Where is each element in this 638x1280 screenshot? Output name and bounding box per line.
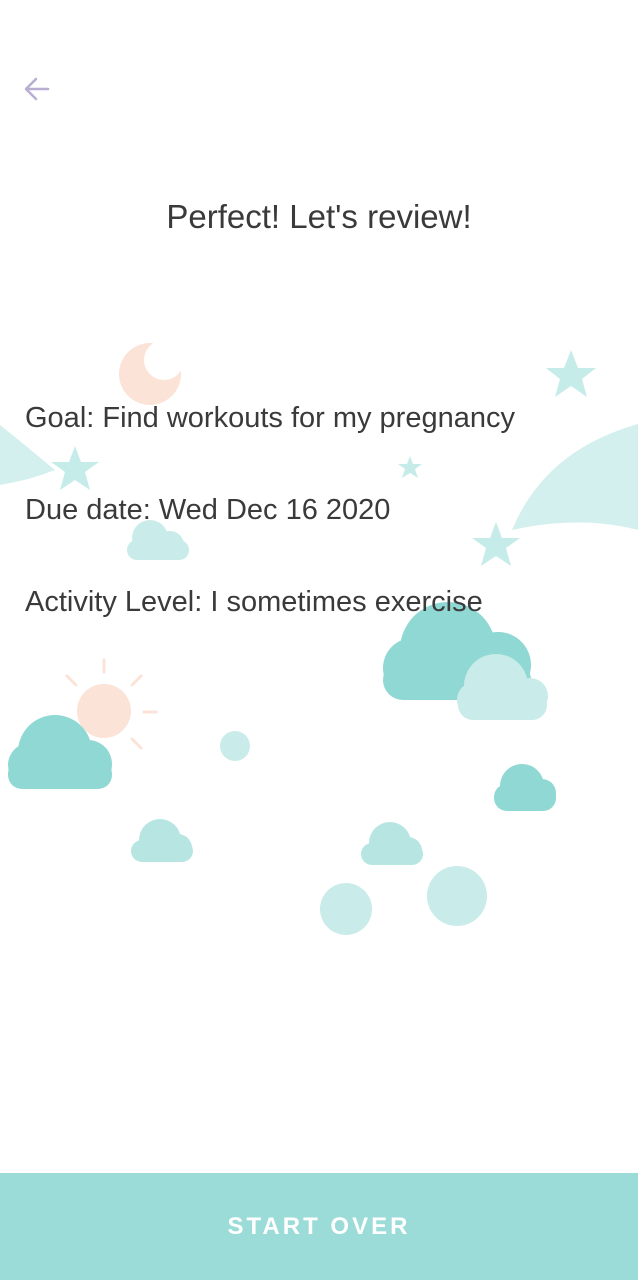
moon-icon [119,340,184,405]
puff-shape [220,731,250,761]
start-over-button[interactable]: START OVER [0,1173,638,1280]
arrow-left-icon [24,77,50,101]
activity-level-text: Activity Level: I sometimes exercise [25,586,483,618]
review-summary: Goal: Find workouts for my pregnancy Due… [25,398,625,674]
page-title: Perfect! Let's review! [166,198,472,235]
puff-shape [320,883,372,935]
goal-text: Goal: Find workouts for my pregnancy [25,402,515,434]
star-icon [546,350,596,397]
back-button[interactable] [14,66,60,112]
cloud-icon [494,764,556,811]
due-date-text: Due date: Wed Dec 16 2020 [25,494,391,526]
cloud-icon [131,819,193,862]
cloud-icon [361,822,423,865]
puff-shape [427,866,487,926]
